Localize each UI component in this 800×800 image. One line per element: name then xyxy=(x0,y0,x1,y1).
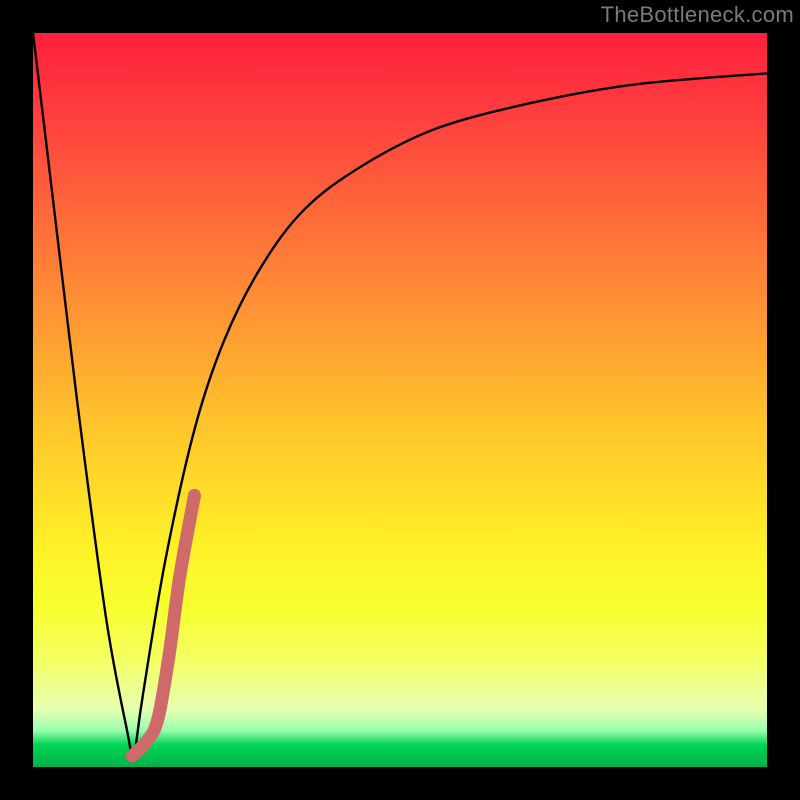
bottleneck-curve xyxy=(33,33,767,760)
chart-frame: TheBottleneck.com xyxy=(0,0,800,800)
plot-area xyxy=(33,33,767,767)
highlight-segment xyxy=(132,495,194,756)
curve-layer xyxy=(33,33,767,767)
watermark-text: TheBottleneck.com xyxy=(601,2,794,28)
